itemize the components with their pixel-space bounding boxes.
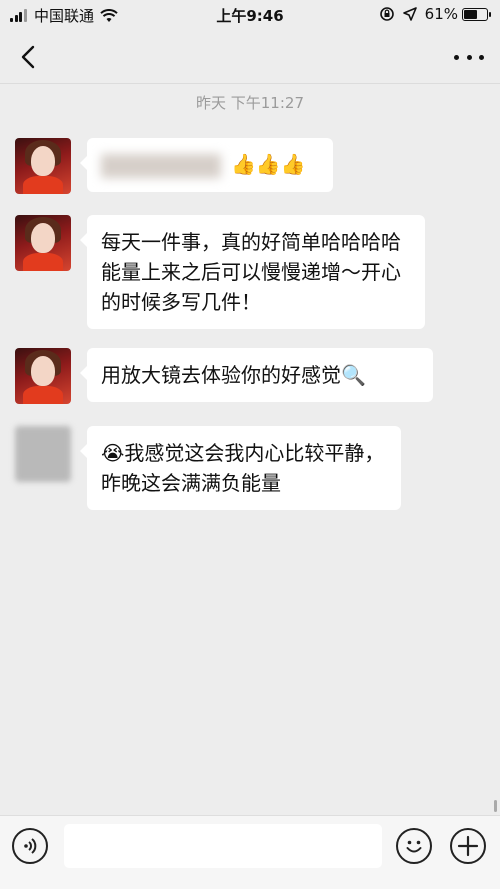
chevron-left-icon (21, 45, 35, 69)
message-text: 😭我感觉这会我内心比较平静，昨晚这会满满负能量 (101, 441, 385, 495)
message-bubble[interactable]: 😭我感觉这会我内心比较平静，昨晚这会满满负能量 (80, 426, 401, 510)
message-text: 👍👍👍 (231, 152, 306, 176)
chat-timestamp: 昨天 下午11:27 (196, 94, 304, 112)
status-right: 61% (379, 5, 491, 23)
chat-title (150, 44, 350, 68)
more-dots-icon (454, 54, 459, 60)
battery-fill (464, 9, 477, 19)
message-bubble[interactable]: 用放大镜去体验你的好感觉🔍 (80, 348, 433, 402)
more-button[interactable] (454, 50, 484, 64)
emoji-button[interactable] (396, 828, 432, 864)
message-row: 😭我感觉这会我内心比较平静，昨晚这会满满负能量 (15, 426, 401, 510)
battery-percent: 61% (424, 5, 458, 23)
avatar[interactable] (15, 138, 71, 194)
voice-button[interactable] (12, 828, 48, 864)
battery-icon (462, 7, 491, 21)
location-icon (402, 7, 417, 21)
voice-icon (24, 838, 37, 854)
blurred-text (101, 153, 221, 178)
message-text: 每天一件事，真的好简单哈哈哈哈 能量上来之后可以慢慢递增～开心的时候多写几件！ (101, 230, 401, 314)
message-row: 每天一件事，真的好简单哈哈哈哈 能量上来之后可以慢慢递增～开心的时候多写几件！ (15, 215, 425, 329)
scroll-indicator[interactable] (494, 800, 497, 812)
emoji-icon (406, 840, 422, 853)
message-row: 用放大镜去体验你的好感觉🔍 (15, 348, 433, 404)
avatar[interactable] (15, 426, 71, 482)
status-bar: 中国联通 上午9:46 61% (0, 0, 500, 30)
message-input[interactable] (64, 824, 382, 868)
rotation-lock-icon (379, 7, 394, 21)
message-bubble[interactable]: 👍👍👍 (80, 138, 333, 192)
message-bubble[interactable]: 每天一件事，真的好简单哈哈哈哈 能量上来之后可以慢慢递增～开心的时候多写几件！ (80, 215, 425, 329)
plus-icon (457, 835, 479, 857)
nav-bar (0, 30, 500, 84)
input-bar (0, 815, 500, 889)
plus-button[interactable] (450, 828, 486, 864)
avatar[interactable] (15, 215, 71, 271)
message-row: 👍👍👍 (15, 138, 333, 194)
back-button[interactable] (14, 42, 44, 72)
avatar[interactable] (15, 348, 71, 404)
message-text: 用放大镜去体验你的好感觉🔍 (101, 363, 366, 387)
